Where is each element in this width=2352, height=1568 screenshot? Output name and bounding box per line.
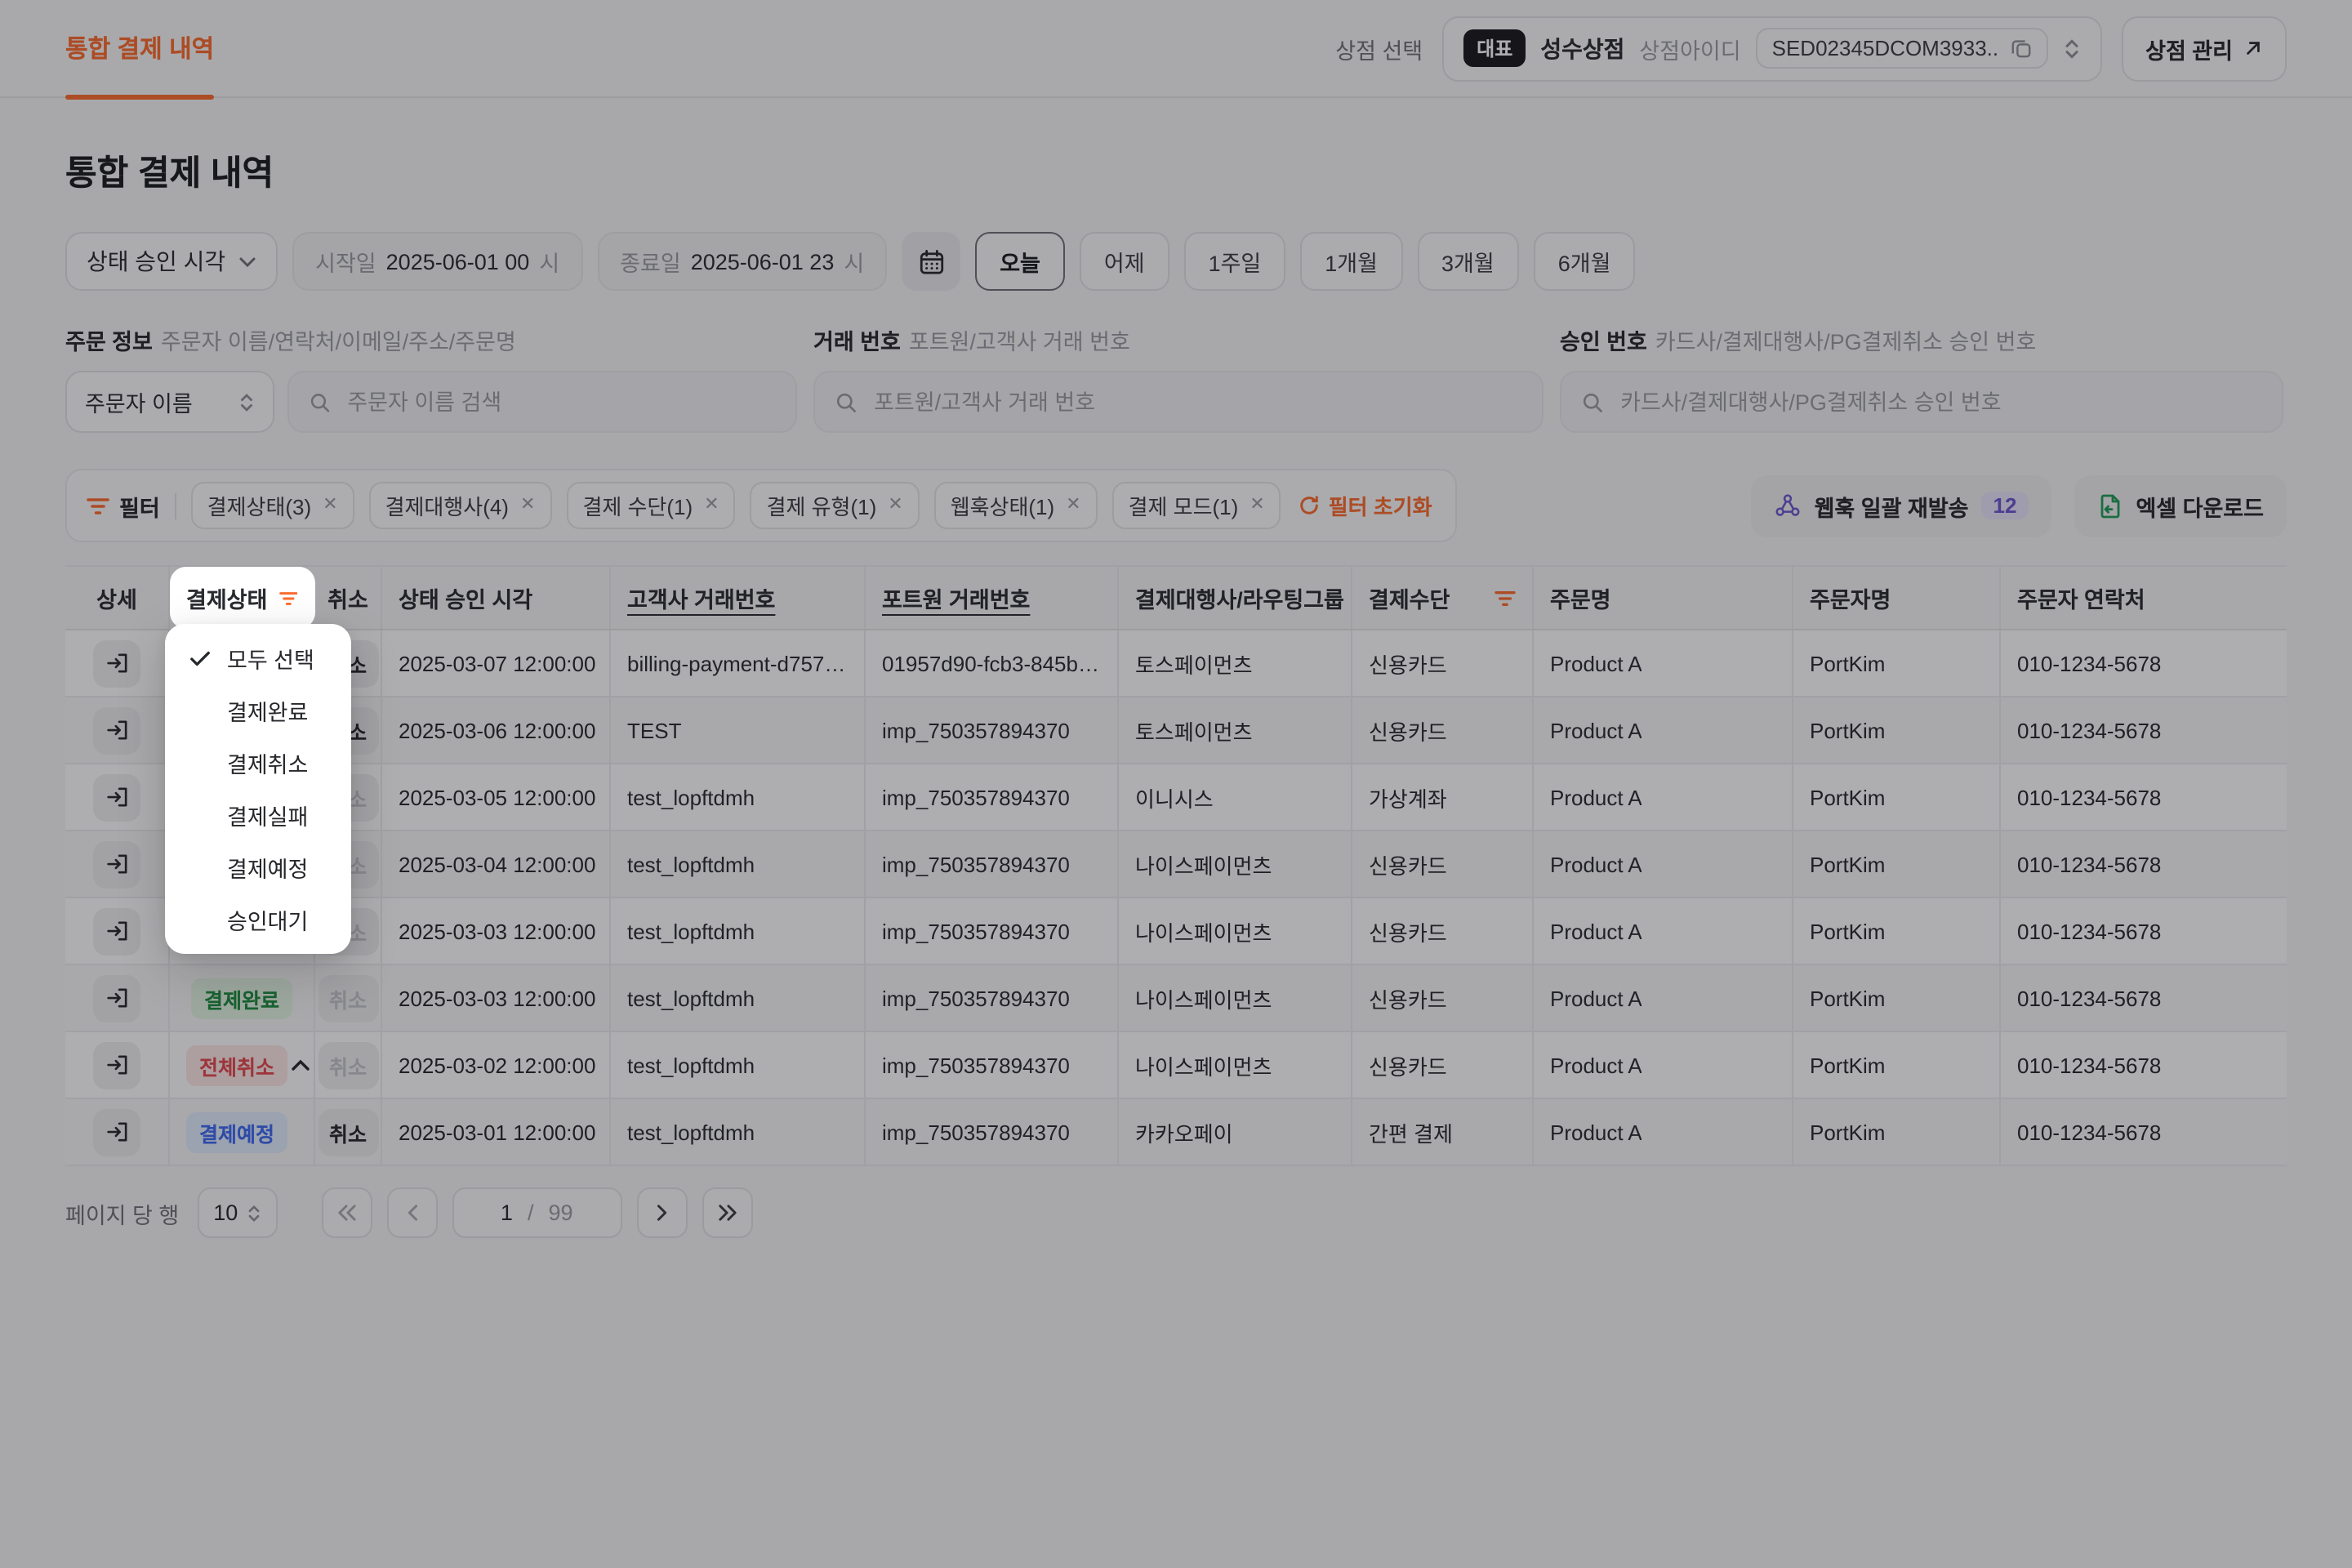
modal-dim-overlay[interactable] (0, 0, 2352, 1568)
filter-lines-icon (278, 589, 297, 607)
payment-status-dropdown: 모두 선택 결제완료 결제취소 결제실패 결제예정 승인대기 (165, 624, 351, 954)
dropdown-item-paid[interactable]: 결제완료 (165, 684, 351, 737)
dropdown-item-scheduled[interactable]: 결제예정 (165, 841, 351, 893)
dropdown-item-cancelled[interactable]: 결제취소 (165, 737, 351, 789)
dropdown-item-failed[interactable]: 결제실패 (165, 789, 351, 841)
check-icon (178, 649, 220, 667)
dropdown-item-pending-approval[interactable]: 승인대기 (165, 893, 351, 946)
col-payment-status[interactable]: 결제상태 (170, 567, 315, 629)
dropdown-item-select-all[interactable]: 모두 선택 (165, 632, 351, 684)
app-root: 통합 결제 내역 상점 선택 대표 성수상점 상점아이디 SED02345DCO… (0, 0, 2352, 1568)
